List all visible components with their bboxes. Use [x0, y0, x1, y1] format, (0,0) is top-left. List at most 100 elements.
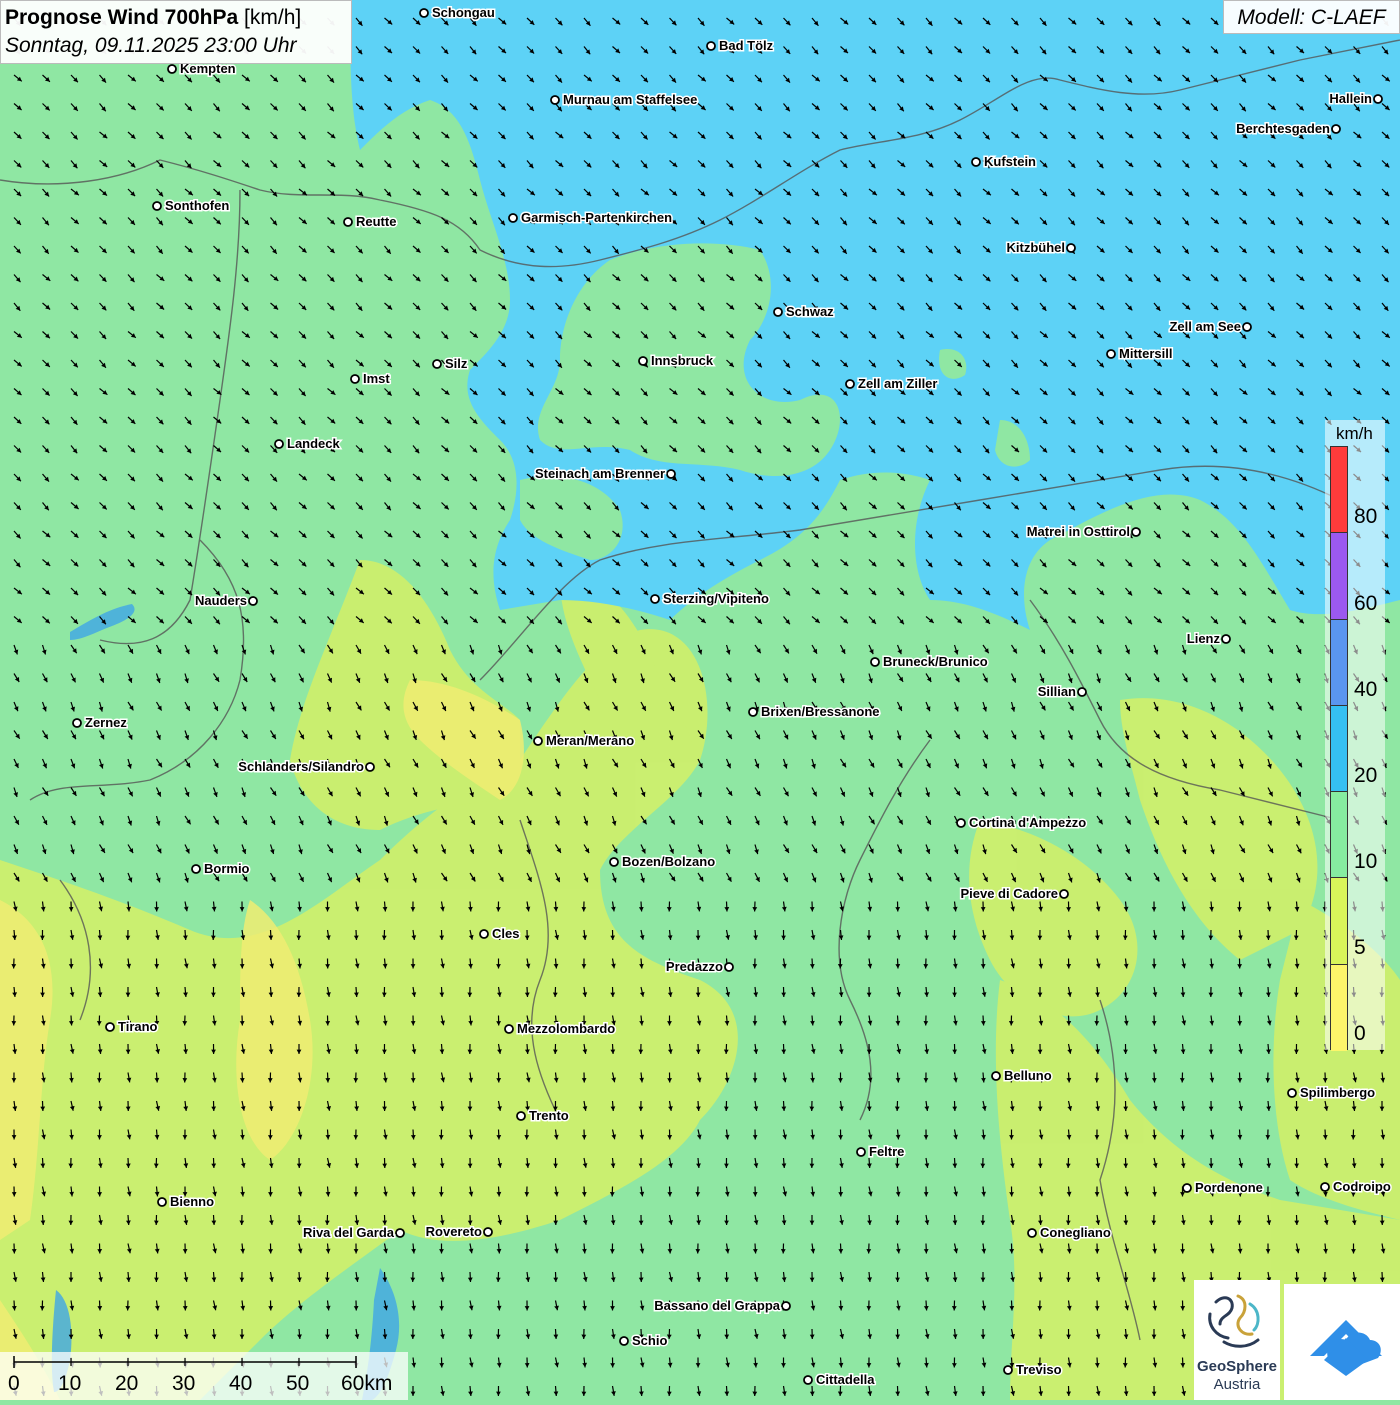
city-marker: Bruneck/Brunico — [871, 654, 988, 669]
city-dot-icon — [857, 1148, 865, 1156]
city-marker: Predazzo — [666, 959, 733, 974]
city-dot-icon — [106, 1023, 114, 1031]
scale-label: 30 — [172, 1372, 195, 1396]
city-label: Codroipo — [1333, 1179, 1391, 1194]
city-dot-icon — [749, 708, 757, 716]
legend-color-band — [1331, 706, 1347, 792]
city-label: Reutte — [356, 214, 396, 229]
city-dot-icon — [667, 470, 675, 478]
legend-unit: km/h — [1336, 424, 1373, 444]
model-label: Modell: C-LAEF — [1223, 0, 1400, 34]
city-dot-icon — [158, 1198, 166, 1206]
city-label: Riva del Garda — [303, 1225, 395, 1240]
city-dot-icon — [420, 9, 428, 17]
city-dot-icon — [957, 819, 965, 827]
legend-color-band — [1331, 965, 1347, 1051]
city-dot-icon — [707, 42, 715, 50]
legend-color-band — [1331, 533, 1347, 619]
city-label: Sillian — [1038, 684, 1076, 699]
city-label: Berchtesgaden — [1236, 121, 1330, 136]
city-label: Schongau — [432, 5, 495, 20]
map-title-unit: [km/h] — [244, 6, 301, 29]
city-label: Garmisch-Partenkirchen — [521, 210, 672, 225]
city-dot-icon — [275, 440, 283, 448]
city-dot-icon — [192, 865, 200, 873]
city-dot-icon — [551, 96, 559, 104]
city-dot-icon — [1374, 95, 1382, 103]
city-dot-icon — [1060, 890, 1068, 898]
city-label: Imst — [363, 371, 390, 386]
legend-tick-label: 60 — [1354, 592, 1377, 616]
city-label: Kitzbühel — [1007, 240, 1066, 255]
city-marker: Conegliano — [1028, 1225, 1111, 1240]
city-dot-icon — [1132, 528, 1140, 536]
city-label: Feltre — [869, 1144, 904, 1159]
city-dot-icon — [620, 1337, 628, 1345]
city-label: Spilimbergo — [1300, 1085, 1375, 1100]
city-dot-icon — [1078, 688, 1086, 696]
city-marker: Cortina d'Ampezzo — [957, 815, 1086, 830]
city-dot-icon — [782, 1302, 790, 1310]
scale-label: 50 — [286, 1372, 309, 1396]
city-dot-icon — [774, 308, 782, 316]
city-label: Sterzing/Vipiteno — [663, 591, 769, 606]
city-label: Meran/Merano — [546, 733, 634, 748]
scale-label: 10 — [58, 1372, 81, 1396]
city-dot-icon — [1028, 1229, 1036, 1237]
city-marker: Murnau am Staffelsee — [551, 92, 697, 107]
color-legend: km/h 806040201050 — [1325, 420, 1385, 1050]
city-dot-icon — [509, 214, 517, 222]
city-label: Landeck — [287, 436, 341, 451]
city-dot-icon — [1004, 1366, 1012, 1374]
city-label: Bormio — [204, 861, 250, 876]
city-marker: Brixen/Bressanone — [749, 704, 880, 719]
city-dot-icon — [846, 380, 854, 388]
city-label: Zernez — [85, 715, 127, 730]
city-dot-icon — [1321, 1183, 1329, 1191]
city-marker: Berchtesgaden — [1236, 121, 1340, 136]
city-label: Bienno — [170, 1194, 214, 1209]
city-label: Matrei in Osttirol — [1027, 524, 1130, 539]
city-label: Mezzolombardo — [517, 1021, 615, 1036]
city-label: Conegliano — [1040, 1225, 1111, 1240]
city-marker: Bassano del Grappa — [654, 1298, 790, 1313]
city-label: Cles — [492, 926, 519, 941]
city-dot-icon — [1222, 635, 1230, 643]
city-marker: Bozen/Bolzano — [610, 854, 715, 869]
city-marker: Mezzolombardo — [505, 1021, 615, 1036]
legend-color-band — [1331, 620, 1347, 706]
city-dot-icon — [366, 763, 374, 771]
map-title-box: Prognose Wind 700hPa [km/h] Sonntag, 09.… — [0, 0, 352, 64]
city-marker: Schongau — [420, 5, 495, 20]
city-marker: Innsbruck — [639, 353, 714, 368]
city-dot-icon — [73, 719, 81, 727]
city-dot-icon — [992, 1072, 1000, 1080]
city-marker: Schlanders/Silandro — [238, 759, 374, 774]
city-dot-icon — [534, 737, 542, 745]
city-label: Cittadella — [816, 1372, 875, 1387]
city-label: Belluno — [1004, 1068, 1052, 1083]
city-label: Zell am See — [1169, 319, 1241, 334]
city-label: Brixen/Bressanone — [761, 704, 880, 719]
city-label: Trento — [529, 1108, 569, 1123]
city-label: Kufstein — [984, 154, 1036, 169]
city-marker: Riva del Garda — [303, 1225, 404, 1240]
city-dot-icon — [249, 597, 257, 605]
city-marker: Garmisch-Partenkirchen — [509, 210, 672, 225]
city-dot-icon — [1332, 125, 1340, 133]
city-label: Schio — [632, 1333, 667, 1348]
city-marker: Sonthofen — [153, 198, 229, 213]
city-label: Schwaz — [786, 304, 834, 319]
city-dot-icon — [639, 357, 647, 365]
city-label: Bad Tölz — [719, 38, 774, 53]
city-dot-icon — [651, 595, 659, 603]
city-dot-icon — [972, 158, 980, 166]
legend-tick-label: 0 — [1354, 1022, 1366, 1046]
legend-tick-label: 10 — [1354, 850, 1377, 874]
city-dot-icon — [1243, 323, 1251, 331]
legend-tick-label: 40 — [1354, 678, 1377, 702]
map-subtitle: Sonntag, 09.11.2025 23:00 Uhr — [5, 32, 347, 60]
city-dot-icon — [433, 360, 441, 368]
city-label: Murnau am Staffelsee — [563, 92, 697, 107]
city-dot-icon — [168, 65, 176, 73]
